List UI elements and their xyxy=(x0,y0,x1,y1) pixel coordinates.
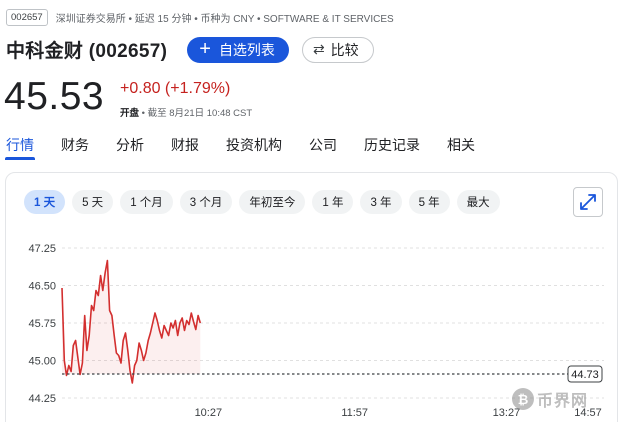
tab-institutions[interactable]: 投资机构 xyxy=(226,133,282,160)
previous-close-label: 44.73 xyxy=(571,369,599,381)
tab-company[interactable]: 公司 xyxy=(309,133,337,160)
swap-arrows-icon: ⇄ xyxy=(312,41,325,57)
coin-logo-icon: ₿ xyxy=(512,388,534,410)
x-tick-label: 10:27 xyxy=(195,407,223,419)
tab-quote[interactable]: 行情 xyxy=(5,133,35,160)
company-name: 中科金财 (002657) xyxy=(6,41,168,62)
tab-analysis[interactable]: 分析 xyxy=(116,133,144,160)
meta-row: 002657 深圳证券交易所 • 延迟 15 分钟 • 币种为 CNY • SO… xyxy=(6,9,394,26)
market-status-line: 开盘 • 截至 8月21日 10:48 CST xyxy=(120,105,252,119)
watermark-text: 币界网 xyxy=(537,393,589,410)
title-row: 中科金财 (002657) + 自选列表 ⇄ 比较 xyxy=(6,36,374,63)
price-change: +0.80 (+1.79%) xyxy=(120,80,231,97)
y-tick-label: 44.25 xyxy=(28,393,56,405)
tab-financials[interactable]: 财务 xyxy=(61,133,89,160)
current-price: 45.53 xyxy=(4,75,105,118)
y-tick-label: 45.00 xyxy=(28,356,56,368)
y-tick-label: 47.25 xyxy=(28,243,56,255)
compare-button[interactable]: ⇄ 比较 xyxy=(301,36,374,63)
x-tick-label: 11:57 xyxy=(341,407,368,419)
y-tick-label: 45.75 xyxy=(28,318,56,330)
as-of-time: • 截至 8月21日 10:48 CST xyxy=(139,108,253,119)
market-status: 开盘 xyxy=(120,108,140,119)
tab-related[interactable]: 相关 xyxy=(447,133,475,160)
section-tabs: 行情 财务 分析 财报 投资机构 公司 历史记录 相关 xyxy=(0,133,621,160)
watermark: ₿ 币界网 xyxy=(512,385,602,413)
exchange-info: 深圳证券交易所 • 延迟 15 分钟 • 币种为 CNY • SOFTWARE … xyxy=(55,14,394,25)
watchlist-button-label: 自选列表 xyxy=(218,41,275,58)
compare-button-label: 比较 xyxy=(330,41,359,58)
y-tick-label: 46.50 xyxy=(28,281,56,293)
tab-earnings[interactable]: 财报 xyxy=(171,133,199,160)
plus-icon: + xyxy=(199,37,211,60)
tab-history[interactable]: 历史记录 xyxy=(364,133,420,160)
ticker-badge: 002657 xyxy=(6,9,48,26)
add-to-watchlist-button[interactable]: + 自选列表 xyxy=(187,36,289,63)
